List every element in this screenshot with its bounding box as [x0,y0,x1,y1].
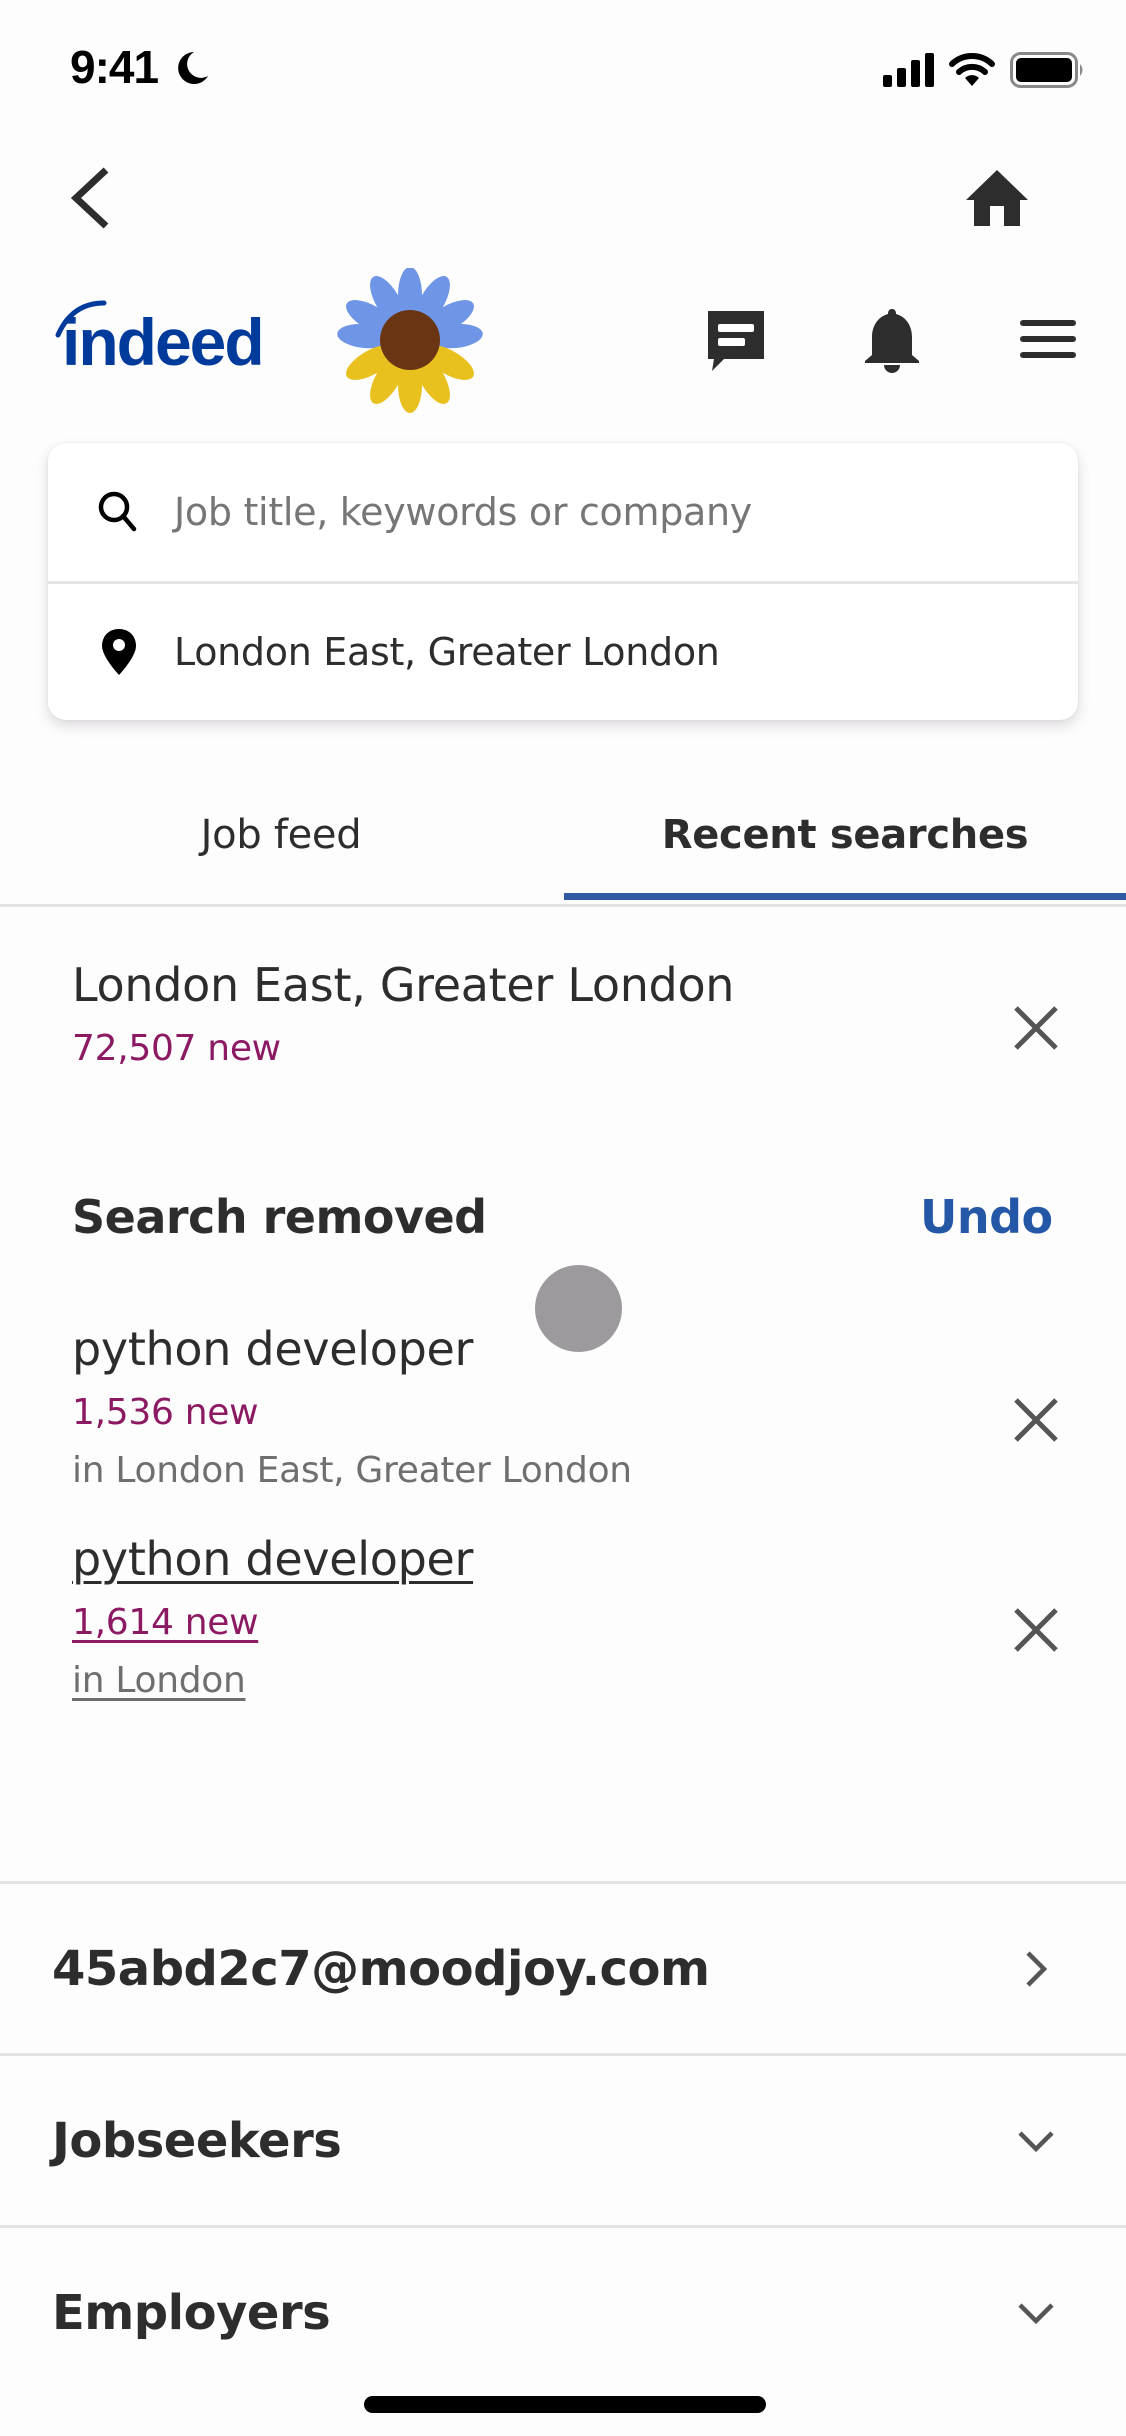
home-indicator[interactable] [364,2396,766,2413]
messages-icon[interactable] [700,303,772,375]
employers-label: Employers [52,2285,331,2341]
location-pin-icon [102,629,136,675]
moon-icon [178,52,208,84]
notifications-bell-icon[interactable] [855,303,929,377]
active-tab-indicator [564,893,1126,900]
recent-search-count: 1,536 new [72,1392,259,1433]
indeed-logo[interactable]: indeed [52,295,292,375]
chevron-down-icon [1018,2303,1054,2325]
recent-search-location: in London [72,1660,246,1701]
chevron-down-icon [1018,2131,1054,2153]
search-removed-label: Search removed [72,1190,487,1244]
job-search-placeholder: Job title, keywords or company [174,490,752,534]
tab-job-feed[interactable]: Job feed [0,770,562,900]
jobseekers-label: Jobseekers [52,2113,342,2169]
undo-button[interactable]: Undo [920,1190,1053,1244]
status-time: 9:41 [70,41,159,93]
logo-text: indeed [62,305,263,375]
recent-search-title[interactable]: python developer [72,1322,473,1376]
wifi-icon [949,53,995,86]
remove-search-close-icon[interactable] [1004,1598,1068,1662]
remove-search-close-icon[interactable] [1004,1388,1068,1452]
battery-icon [1010,52,1083,88]
tab-recent-searches[interactable]: Recent searches [564,770,1126,900]
tabs-divider [0,904,1126,907]
employers-section[interactable]: Employers [0,2228,1126,2398]
recent-search-count: 1,614 new [72,1602,259,1643]
cellular-signal-icon [883,53,934,87]
recent-search-title[interactable]: python developer [72,1532,473,1586]
back-chevron-icon[interactable] [62,160,118,236]
hamburger-menu-icon[interactable] [1012,308,1084,370]
location-value: London East, Greater London [174,630,720,674]
account-row[interactable]: 45abd2c7@moodjoy.com [0,1884,1126,2054]
sunflower-icon [337,268,483,413]
chevron-right-icon [1026,1951,1048,1987]
search-icon [98,491,137,532]
job-search-input[interactable]: Job title, keywords or company [48,443,1078,584]
recent-search-count: 72,507 new [72,1028,281,1069]
home-icon[interactable] [960,160,1034,234]
recent-search-location: in London East, Greater London [72,1450,632,1491]
remove-search-close-icon[interactable] [1004,996,1068,1060]
recent-search-title[interactable]: London East, Greater London [72,958,734,1012]
search-card: Job title, keywords or company London Ea… [48,443,1078,720]
touch-indicator [535,1265,622,1352]
account-email: 45abd2c7@moodjoy.com [52,1941,710,1997]
jobseekers-section[interactable]: Jobseekers [0,2056,1126,2226]
location-input[interactable]: London East, Greater London [48,583,1078,721]
